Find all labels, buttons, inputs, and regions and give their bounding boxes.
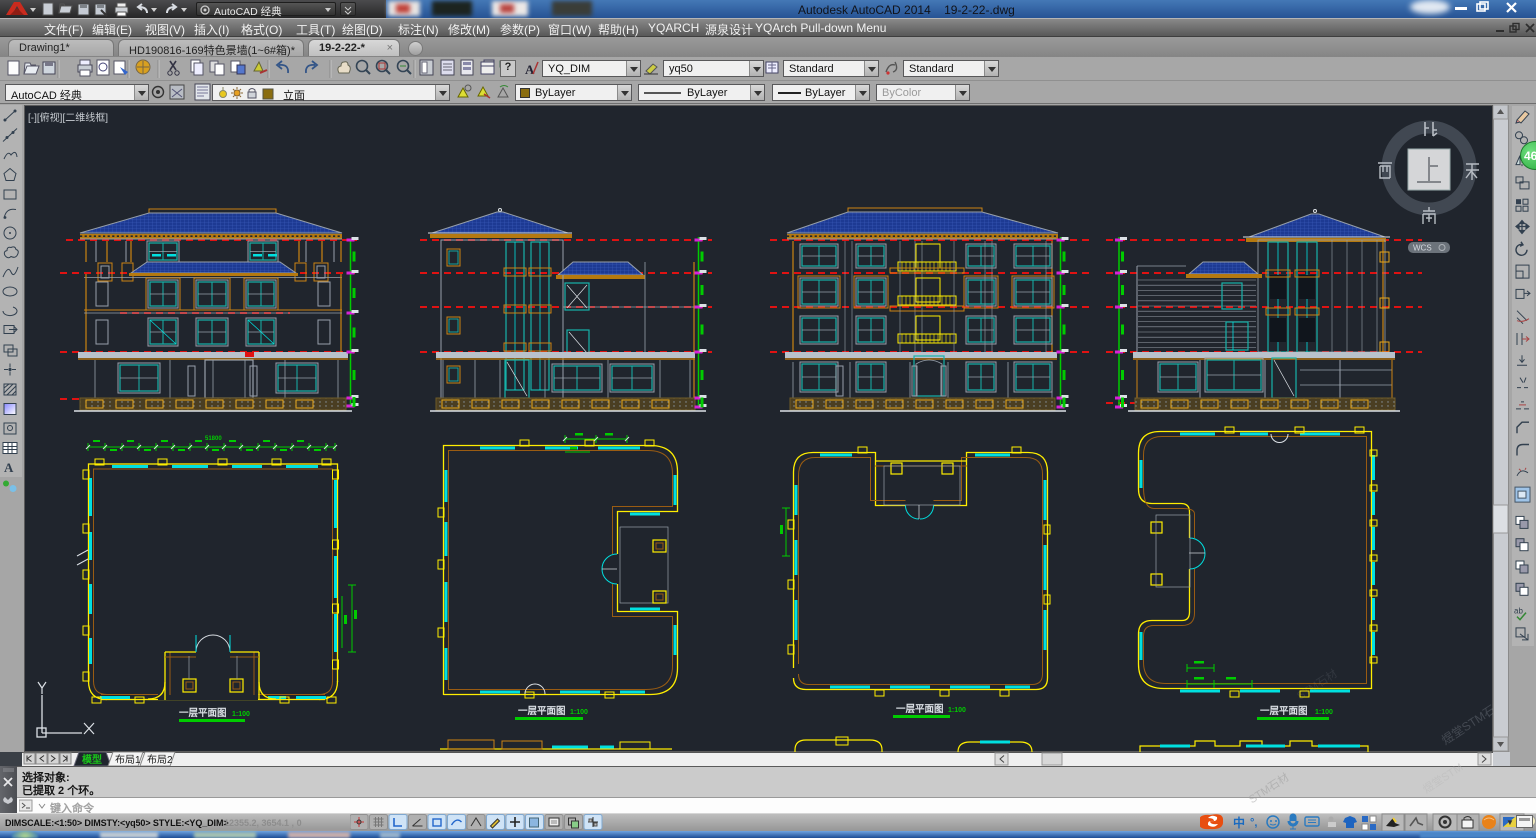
svg-text:1:100: 1:100: [1315, 709, 1333, 716]
svg-text:1:100: 1:100: [570, 709, 588, 716]
svg-text:布局2: 布局2: [147, 754, 173, 766]
svg-text:一层平面图: 一层平面图: [179, 708, 227, 719]
svg-text:51800: 51800: [205, 436, 222, 442]
svg-text:ab: ab: [1514, 607, 1523, 616]
svg-text:1:100: 1:100: [948, 707, 966, 714]
svg-text:A: A: [525, 62, 535, 77]
svg-text:一层平面图: 一层平面图: [896, 704, 944, 715]
svg-text:[-][俯视][二维线框]: [-][俯视][二维线框]: [28, 111, 108, 124]
svg-text:中: 中: [1233, 815, 1245, 830]
svg-text:布局1: 布局1: [115, 754, 141, 766]
svg-text:A: A: [4, 460, 14, 475]
svg-text:°,: °,: [1250, 817, 1257, 829]
svg-text:煜堂STM石材: 煜堂STM石材: [1439, 696, 1493, 748]
svg-text:模型: 模型: [82, 753, 102, 766]
svg-text:一层平面图: 一层平面图: [518, 706, 566, 717]
svg-text:一层平面图: 一层平面图: [1260, 706, 1308, 717]
svg-text:1:100: 1:100: [232, 711, 250, 718]
svg-text:STM石材: STM石材: [1294, 666, 1340, 702]
svg-text:WCS: WCS: [1413, 244, 1432, 253]
